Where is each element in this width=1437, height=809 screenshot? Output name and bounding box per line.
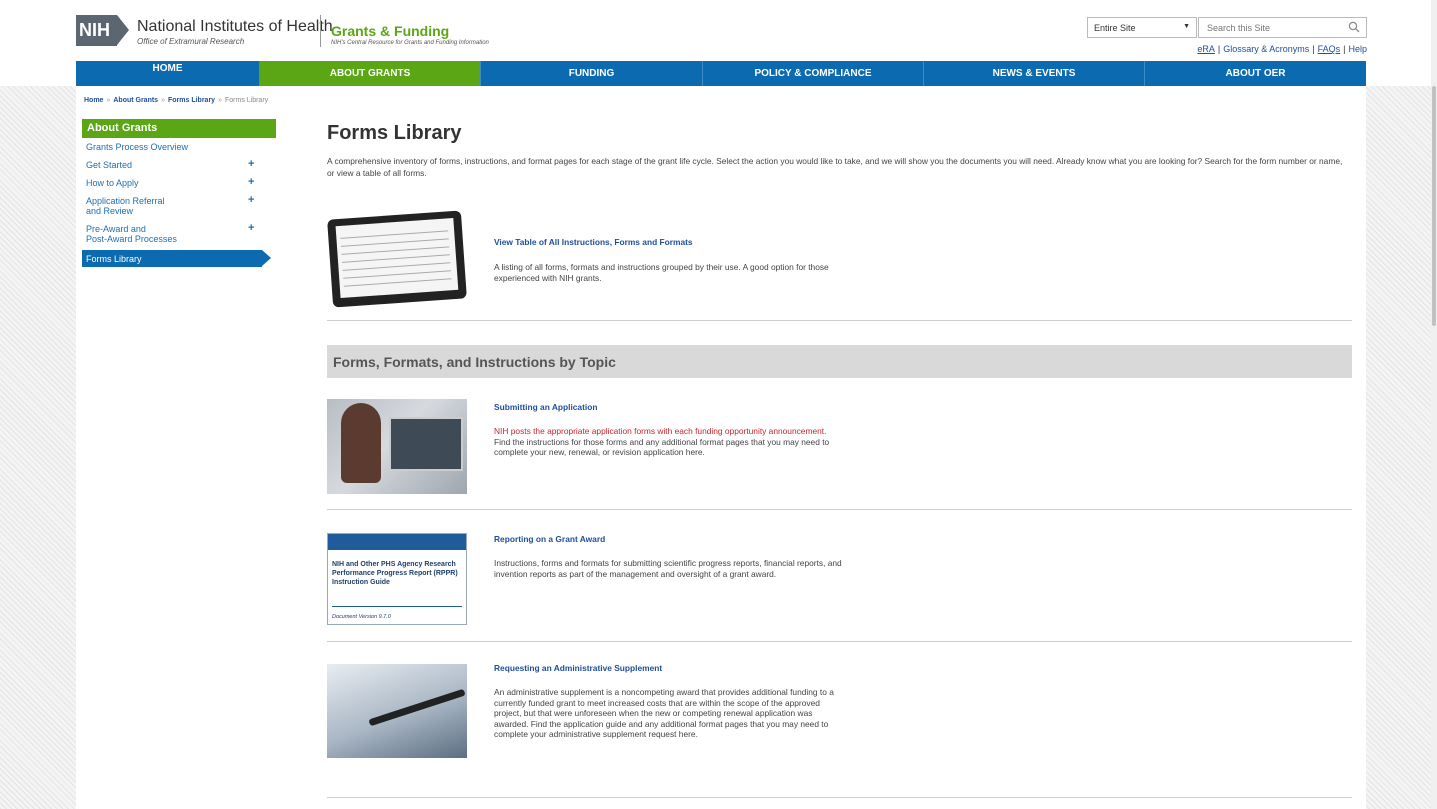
glossary-link[interactable]: Glossary & Acronyms — [1223, 44, 1309, 54]
expand-plus-icon[interactable]: + — [248, 223, 254, 234]
tablet-table-row — [340, 238, 449, 247]
tablet-table-row — [341, 246, 450, 255]
header-divider — [320, 15, 321, 47]
breadcrumb-home[interactable]: Home — [84, 97, 103, 104]
page-intro: A comprehensive inventory of forms, inst… — [327, 156, 1343, 178]
pen-figure — [368, 688, 466, 727]
submitting-application-desc: NIH posts the appropriate application fo… — [494, 426, 830, 457]
sidebar-item-how-to-apply[interactable]: How to Apply + — [82, 174, 258, 192]
page-title: Forms Library — [327, 122, 462, 144]
nav-about-oer[interactable]: ABOUT OER — [1145, 61, 1366, 86]
logo-chevron-icon — [117, 15, 129, 45]
reporting-award-link[interactable]: Reporting on a Grant Award — [494, 534, 605, 544]
sidebar-item-forms-library[interactable]: Forms Library — [82, 250, 271, 267]
main-nav: HOME ABOUT GRANTS FUNDING POLICY & COMPL… — [76, 61, 1366, 86]
topic-heading: Forms, Formats, and Instructions by Topi… — [333, 354, 616, 370]
tablet-table-row — [342, 262, 451, 271]
admin-supplement-image[interactable] — [327, 664, 467, 758]
nav-policy-compliance[interactable]: POLICY & COMPLIANCE — [703, 61, 924, 86]
active-chevron-icon — [262, 250, 271, 266]
submitting-application-image[interactable] — [327, 399, 467, 494]
nav-home[interactable]: HOME — [76, 61, 260, 86]
org-name[interactable]: National Institutes of Health — [137, 18, 333, 36]
doc-title: NIH and Other PHS Agency Research Perfor… — [332, 561, 458, 586]
breadcrumb-forms-library[interactable]: Forms Library — [168, 97, 215, 104]
scrollbar-thumb[interactable] — [1432, 86, 1436, 326]
doc-line — [332, 606, 462, 607]
nav-about-grants[interactable]: ABOUT GRANTS — [260, 61, 481, 86]
section-subtitle: NIH's Central Resource for Grants and Fu… — [331, 40, 489, 46]
expand-plus-icon[interactable]: + — [248, 177, 254, 188]
nav-funding[interactable]: FUNDING — [481, 61, 703, 86]
doc-version: Document Version 9.7.0 — [332, 614, 391, 620]
rppr-guide-image[interactable]: NIH and Other PHS Agency Research Perfor… — [327, 533, 467, 625]
nih-logo-mark: NIH — [79, 20, 110, 40]
sidebar-item-pre-award[interactable]: Pre-Award and Post-Award Processes + — [82, 220, 258, 248]
search-input[interactable] — [1207, 21, 1337, 35]
tablet-table-row — [343, 278, 452, 287]
view-table-desc: A listing of all forms, formats and inst… — [494, 262, 829, 283]
divider — [327, 641, 1352, 642]
help-link[interactable]: Help — [1348, 44, 1367, 54]
dropdown-arrow-icon: ▼ — [1183, 23, 1190, 30]
admin-supplement-link[interactable]: Requesting an Administrative Supplement — [494, 663, 662, 673]
tablet-table-row — [340, 230, 449, 239]
sidebar-item-grants-process-overview[interactable]: Grants Process Overview — [82, 138, 258, 156]
doc-header-band — [328, 534, 466, 550]
view-table-link[interactable]: View Table of All Instructions, Forms an… — [494, 237, 693, 247]
admin-supplement-desc: An administrative supplement is a noncom… — [494, 687, 834, 739]
submitting-application-link[interactable]: Submitting an Application — [494, 402, 597, 412]
era-link[interactable]: eRA — [1197, 44, 1215, 54]
divider — [327, 320, 1352, 321]
search-icon[interactable] — [1348, 21, 1360, 33]
sidebar-item-get-started[interactable]: Get Started + — [82, 156, 258, 174]
breadcrumb: Home» About Grants» Forms Library» Forms Li… — [84, 97, 269, 104]
funding-opportunity-link[interactable]: NIH posts the appropriate application fo… — [494, 426, 826, 436]
reporting-award-desc: Instructions, forms and formats for subm… — [494, 558, 842, 579]
expand-plus-icon[interactable]: + — [248, 159, 254, 170]
nih-logo[interactable]: NIH — [76, 15, 117, 46]
expand-plus-icon[interactable]: + — [248, 195, 254, 206]
search-scope-value: Entire Site — [1094, 23, 1136, 33]
faqs-link[interactable]: FAQs — [1318, 44, 1341, 54]
divider — [327, 797, 1352, 798]
sidebar: About Grants Grants Process Overview Get… — [82, 119, 276, 267]
sidebar-heading[interactable]: About Grants — [82, 119, 276, 138]
monitor-figure — [389, 417, 463, 471]
search-scope-select[interactable]: Entire Site ▼ — [1087, 17, 1197, 38]
tablet-screen — [335, 217, 459, 299]
breadcrumb-about-grants[interactable]: About Grants — [113, 97, 158, 104]
tablet-image[interactable] — [327, 210, 467, 308]
nav-news-events[interactable]: NEWS & EVENTS — [924, 61, 1145, 86]
tablet-table-row — [342, 254, 450, 263]
sidebar-item-application-referral[interactable]: Application Referral and Review + — [82, 192, 258, 220]
utility-links: eRA | Glossary & Acronyms | FAQs | Help — [1197, 44, 1367, 54]
section-title[interactable]: Grants & Funding — [331, 23, 449, 39]
search-box[interactable] — [1198, 17, 1367, 38]
org-subtitle: Office of Extramural Research — [137, 37, 245, 46]
tablet-table-row — [343, 270, 451, 279]
breadcrumb-current: Forms Library — [224, 97, 269, 104]
person-figure — [341, 403, 381, 483]
divider — [327, 509, 1352, 510]
topic-heading-bar: Forms, Formats, and Instructions by Topi… — [327, 345, 1352, 378]
